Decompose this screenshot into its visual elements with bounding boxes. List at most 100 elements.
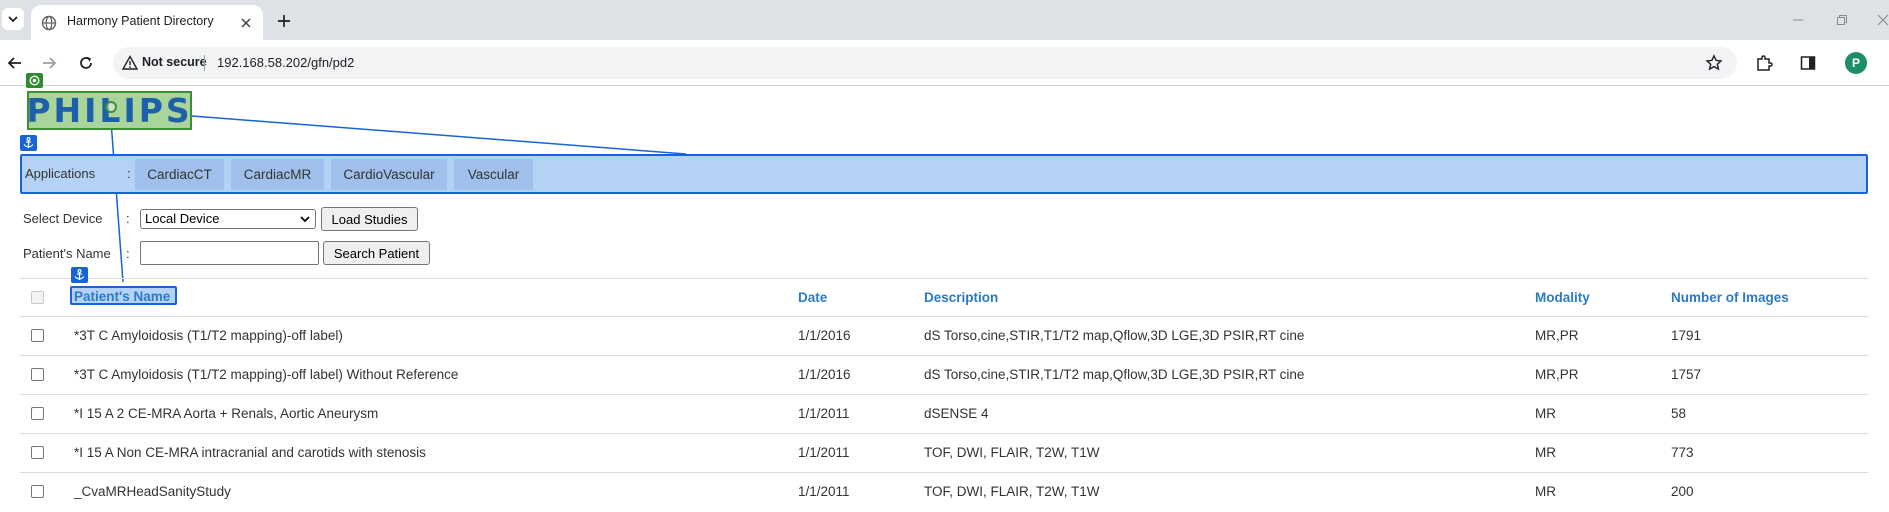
table-header: Patient's Name Date Description Modality… — [20, 278, 1868, 317]
patient-name-cell[interactable]: _CvaMRHeadSanityStudy — [74, 484, 231, 499]
load-studies-button[interactable]: Load Studies — [321, 207, 418, 231]
warning-icon — [122, 55, 138, 70]
minimize-button[interactable] — [1786, 8, 1810, 32]
tab-close-button[interactable] — [237, 14, 255, 32]
tab-list-button[interactable] — [2, 8, 24, 30]
back-button[interactable] — [3, 51, 27, 75]
select-device-label: Select Device — [23, 211, 103, 226]
applications-separator: : — [127, 166, 131, 181]
page-content: PHILIPS Applications : CardiacCT Cardiac… — [0, 73, 1889, 500]
device-select-value: Local Device — [145, 211, 220, 226]
close-icon — [1877, 14, 1889, 26]
arrow-left-icon — [7, 57, 21, 69]
applications-label: Applications — [25, 166, 96, 181]
logo-handle — [105, 101, 117, 113]
description-cell: TOF, DWI, FLAIR, T2W, T1W — [924, 445, 1100, 460]
app-tab-cardiacct[interactable]: CardiacCT — [135, 159, 224, 190]
description-cell: dSENSE 4 — [924, 406, 989, 421]
row-checkbox[interactable] — [31, 407, 44, 420]
select-all-checkbox — [31, 291, 44, 304]
search-patient-button[interactable]: Search Patient — [323, 241, 430, 265]
patient-name-cell[interactable]: *I 15 A Non CE-MRA intracranial and caro… — [74, 445, 426, 460]
minimize-icon — [1793, 19, 1803, 21]
modality-cell: MR,PR — [1535, 367, 1579, 382]
modality-cell: MR — [1535, 406, 1556, 421]
tab-title: Harmony Patient Directory — [67, 14, 214, 28]
table-row[interactable]: *3T C Amyloidosis (T1/T2 mapping)-off la… — [20, 356, 1868, 395]
extensions-button[interactable] — [1753, 52, 1775, 74]
element-marker — [20, 135, 37, 151]
new-tab-button[interactable] — [272, 9, 296, 33]
table-row[interactable]: *I 15 A 2 CE-MRA Aorta + Renals, Aortic … — [20, 395, 1868, 434]
app-tab-cardiacmr[interactable]: CardiacMR — [231, 159, 324, 190]
date-cell: 1/1/2011 — [798, 406, 850, 421]
restore-icon — [1837, 15, 1847, 25]
reload-icon — [80, 57, 92, 69]
patient-name-cell[interactable]: *3T C Amyloidosis (T1/T2 mapping)-off la… — [74, 367, 458, 382]
element-marker — [26, 73, 43, 88]
table-row[interactable]: _CvaMRHeadSanityStudy 1/1/2011 TOF, DWI,… — [20, 473, 1868, 512]
browser-tab[interactable]: Harmony Patient Directory — [31, 5, 263, 40]
row-checkbox[interactable] — [31, 329, 44, 342]
row-checkbox[interactable] — [31, 485, 44, 498]
security-label[interactable]: Not secure — [142, 55, 207, 69]
patient-name-cell[interactable]: *I 15 A 2 CE-MRA Aorta + Renals, Aortic … — [74, 406, 378, 421]
close-icon — [241, 18, 251, 28]
date-cell: 1/1/2016 — [798, 328, 851, 343]
patient-name-separator: : — [126, 246, 130, 261]
app-tab-vascular[interactable]: Vascular — [454, 159, 533, 190]
anchor-icon — [74, 269, 85, 280]
patient-name-input[interactable] — [140, 241, 319, 265]
images-cell: 1757 — [1671, 367, 1702, 382]
forward-button[interactable] — [37, 51, 61, 75]
column-header-date[interactable]: Date — [798, 290, 827, 305]
star-icon[interactable] — [1705, 54, 1723, 72]
app-tab-cardiovascular[interactable]: CardioVascular — [331, 159, 447, 190]
row-checkbox[interactable] — [31, 446, 44, 459]
column-header-patient-name[interactable]: Patient's Name — [70, 286, 177, 305]
arrow-right-icon — [43, 57, 57, 69]
url-text[interactable]: 192.168.58.202/gfn/pd2 — [217, 55, 354, 70]
chevron-down-icon — [8, 16, 18, 23]
select-device-separator: : — [126, 211, 130, 226]
side-panel-button[interactable] — [1797, 52, 1819, 74]
address-bar[interactable]: Not secure 192.168.58.202/gfn/pd2 — [113, 47, 1737, 79]
element-marker — [71, 267, 88, 283]
modality-cell: MR — [1535, 484, 1556, 499]
description-cell: dS Torso,cine,STIR,T1/T2 map,Qflow,3D LG… — [924, 367, 1305, 382]
globe-icon — [41, 15, 57, 31]
applications-bar: Applications : CardiacCT CardiacMR Cardi… — [20, 154, 1868, 194]
table-row[interactable]: *I 15 A Non CE-MRA intracranial and caro… — [20, 434, 1868, 473]
column-header-description[interactable]: Description — [924, 290, 998, 305]
column-header-modality[interactable]: Modality — [1535, 290, 1590, 305]
browser-tab-bar: Harmony Patient Directory — [0, 0, 1889, 40]
chevron-down-icon — [300, 216, 310, 223]
images-cell: 1791 — [1671, 328, 1702, 343]
date-cell: 1/1/2011 — [798, 445, 850, 460]
date-cell: 1/1/2011 — [798, 484, 850, 499]
restore-button[interactable] — [1830, 8, 1854, 32]
images-cell: 200 — [1671, 484, 1694, 499]
address-divider — [204, 55, 205, 71]
profile-avatar[interactable]: P — [1845, 52, 1867, 74]
images-cell: 773 — [1671, 445, 1694, 460]
patient-name-cell[interactable]: *3T C Amyloidosis (T1/T2 mapping)-off la… — [74, 328, 343, 343]
browser-toolbar: Not secure 192.168.58.202/gfn/pd2 P — [0, 40, 1889, 86]
target-icon — [29, 75, 40, 86]
patient-name-label: Patient's Name — [23, 246, 111, 261]
images-cell: 58 — [1671, 406, 1687, 421]
close-window-button[interactable] — [1871, 8, 1889, 32]
modality-cell: MR — [1535, 445, 1556, 460]
description-cell: dS Torso,cine,STIR,T1/T2 map,Qflow,3D LG… — [924, 328, 1305, 343]
puzzle-icon — [1757, 55, 1773, 71]
column-header-number-of-images[interactable]: Number of Images — [1671, 290, 1789, 305]
column-header-patient-name-label: Patient's Name — [74, 289, 171, 304]
reload-button[interactable] — [74, 51, 98, 75]
row-checkbox[interactable] — [31, 368, 44, 381]
table-row[interactable]: *3T C Amyloidosis (T1/T2 mapping)-off la… — [20, 317, 1868, 356]
device-select[interactable]: Local Device — [140, 209, 316, 229]
description-cell: TOF, DWI, FLAIR, T2W, T1W — [924, 484, 1100, 499]
side-panel-icon — [1800, 56, 1816, 70]
anchor-icon — [23, 137, 34, 148]
modality-cell: MR,PR — [1535, 328, 1579, 343]
